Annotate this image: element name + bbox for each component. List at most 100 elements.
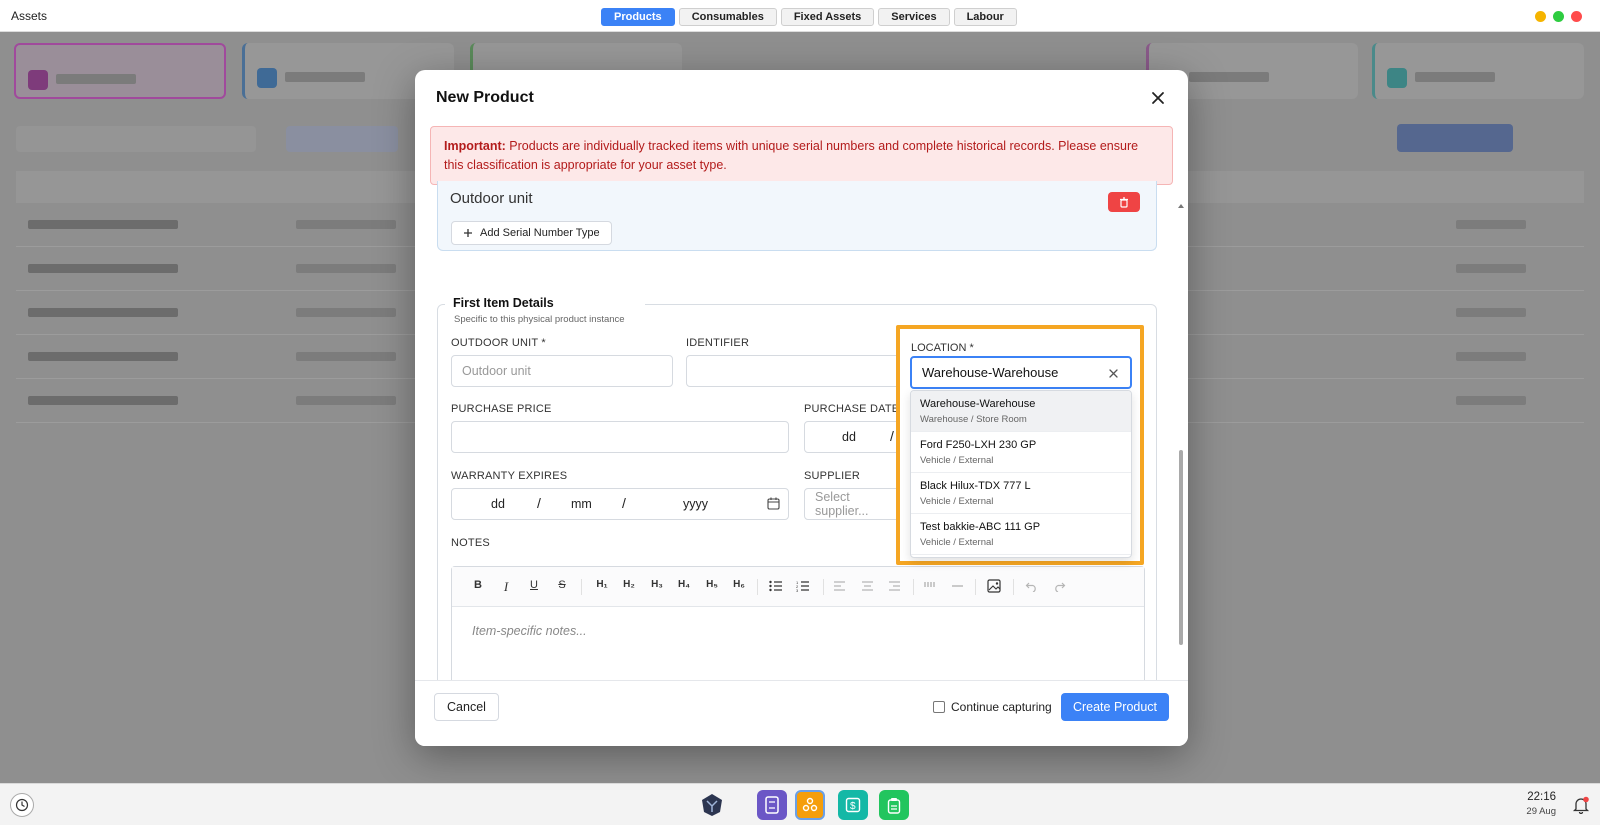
horizontal-rule-icon[interactable] [951, 580, 964, 595]
category-tabs: Products Consumables Fixed Assets Servic… [601, 8, 1017, 26]
image-icon[interactable] [987, 579, 1001, 596]
purchase-date-day: dd [842, 430, 856, 444]
heading-2-icon[interactable]: H₂ [620, 579, 638, 590]
strikethrough-icon[interactable]: S [553, 579, 571, 591]
tab-labour[interactable]: Labour [953, 8, 1017, 26]
location-option[interactable]: Ford F250-LXH 230 GP Vehicle / External [911, 432, 1131, 473]
blockquote-icon[interactable] [923, 580, 936, 595]
notification-bell-icon[interactable] [1572, 796, 1590, 815]
location-dropdown: Warehouse-Warehouse Warehouse / Store Ro… [910, 390, 1132, 558]
option-name: Warehouse-Warehouse [920, 398, 1036, 410]
underline-icon[interactable]: U [525, 579, 543, 591]
tab-fixed-assets[interactable]: Fixed Assets [780, 8, 875, 26]
heading-6-icon[interactable]: H₆ [730, 579, 748, 590]
option-name: Black Hilux-TDX 777 L [920, 480, 1031, 492]
scroll-up-icon[interactable] [1178, 196, 1184, 208]
italic-icon[interactable]: I [497, 579, 515, 595]
redo-icon[interactable] [1053, 580, 1066, 595]
cancel-button[interactable]: Cancel [434, 693, 499, 721]
option-subtitle: Vehicle / External [920, 455, 994, 466]
clipboard-app-icon[interactable] [879, 790, 909, 820]
heading-1-icon[interactable]: H₁ [593, 579, 611, 590]
option-name: Ford F250-LXH 230 GP [920, 439, 1037, 451]
first-item-subtitle: Specific to this physical product instan… [454, 314, 625, 325]
svg-text:3: 3 [796, 588, 799, 592]
create-product-button[interactable]: Create Product [1061, 693, 1169, 721]
alert-text: Products are individually tracked items … [444, 139, 1139, 172]
warranty-year: yyyy [683, 497, 708, 511]
purchase-price-label: PURCHASE PRICE [451, 403, 552, 415]
align-left-icon[interactable] [833, 580, 846, 595]
warranty-month: mm [571, 497, 592, 511]
first-item-title: First Item Details [453, 296, 554, 310]
option-subtitle: Vehicle / External [920, 537, 994, 548]
location-value: Warehouse-Warehouse [922, 365, 1059, 380]
add-serial-number-type-button[interactable]: Add Serial Number Type [451, 221, 612, 245]
warranty-separator: / [537, 495, 541, 511]
tab-products[interactable]: Products [601, 8, 675, 26]
important-alert: Important: Products are individually tra… [430, 126, 1173, 185]
undo-icon[interactable] [1025, 580, 1038, 595]
location-label: LOCATION * [911, 342, 974, 354]
location-option[interactable]: Test bakkie-ABC 111 GP Vehicle / Externa… [911, 514, 1131, 555]
tab-services[interactable]: Services [878, 8, 950, 26]
trash-icon [1120, 196, 1128, 208]
billing-app-icon[interactable]: $ [838, 790, 868, 820]
bullet-list-icon[interactable] [769, 580, 783, 595]
warranty-separator: / [622, 495, 626, 511]
purchase-date-label: PURCHASE DATE [804, 403, 900, 415]
plus-icon [464, 229, 472, 237]
bold-icon[interactable]: B [469, 579, 487, 591]
heading-3-icon[interactable]: H₃ [648, 579, 666, 590]
calendar-icon[interactable] [767, 497, 780, 513]
assets-app-icon[interactable] [795, 790, 825, 820]
align-right-icon[interactable] [888, 580, 901, 595]
heading-5-icon[interactable]: H₅ [703, 579, 721, 590]
launcher-logo-icon[interactable] [697, 790, 727, 820]
notes-placeholder: Item-specific notes... [472, 624, 587, 638]
notes-label: NOTES [451, 537, 490, 549]
tab-consumables[interactable]: Consumables [678, 8, 777, 26]
svg-text:$: $ [850, 801, 856, 812]
supplier-label: SUPPLIER [804, 470, 861, 482]
alert-strong: Important: [444, 139, 506, 153]
background-filter-button [286, 126, 398, 152]
option-name: Test bakkie-ABC 111 GP [920, 521, 1041, 533]
background-add-button [1397, 124, 1513, 152]
new-product-dialog: New Product Important: Products are indi… [415, 70, 1188, 746]
purchase-date-separator: / [890, 428, 894, 444]
app-title: Assets [11, 9, 48, 23]
dialog-title: New Product [436, 89, 534, 106]
numbered-list-icon[interactable]: 123 [796, 580, 810, 595]
option-subtitle: Warehouse / Store Room [920, 414, 1027, 425]
stat-card [1372, 43, 1584, 99]
dialog-scrollbar[interactable] [1179, 450, 1183, 645]
align-center-icon[interactable] [861, 580, 874, 595]
taskbar: $ 22:16 29 Aug [0, 783, 1600, 825]
window-controls [1535, 11, 1582, 22]
location-option[interactable]: Warehouse-Warehouse Warehouse / Store Ro… [911, 391, 1131, 432]
heading-4-icon[interactable]: H₄ [675, 579, 693, 590]
location-option[interactable]: Black Hilux-TDX 777 L Vehicle / External [911, 473, 1131, 514]
continue-capturing-checkbox[interactable] [933, 701, 945, 713]
add-serial-label: Add Serial Number Type [480, 227, 600, 239]
close-window-button[interactable] [1571, 11, 1582, 22]
outdoor-unit-input[interactable]: Outdoor unit [451, 355, 673, 387]
location-input[interactable]: Warehouse-Warehouse [910, 356, 1132, 389]
clock-icon[interactable] [10, 793, 34, 817]
warranty-day: dd [491, 497, 505, 511]
clear-icon[interactable] [1106, 366, 1120, 380]
outdoor-unit-label: OUTDOOR UNIT * [451, 337, 546, 349]
close-icon[interactable] [1146, 86, 1170, 110]
maximize-button[interactable] [1553, 11, 1564, 22]
contacts-app-icon[interactable] [757, 790, 787, 820]
minimize-button[interactable] [1535, 11, 1546, 22]
identifier-label: IDENTIFIER [686, 337, 750, 349]
continue-capturing-label[interactable]: Continue capturing [951, 700, 1052, 714]
identifier-input[interactable] [686, 355, 908, 387]
delete-serial-button[interactable] [1108, 192, 1140, 212]
stat-card [14, 43, 226, 99]
taskbar-time: 22:16 [1527, 791, 1556, 803]
purchase-price-input[interactable] [451, 421, 789, 453]
background-search [16, 126, 256, 152]
